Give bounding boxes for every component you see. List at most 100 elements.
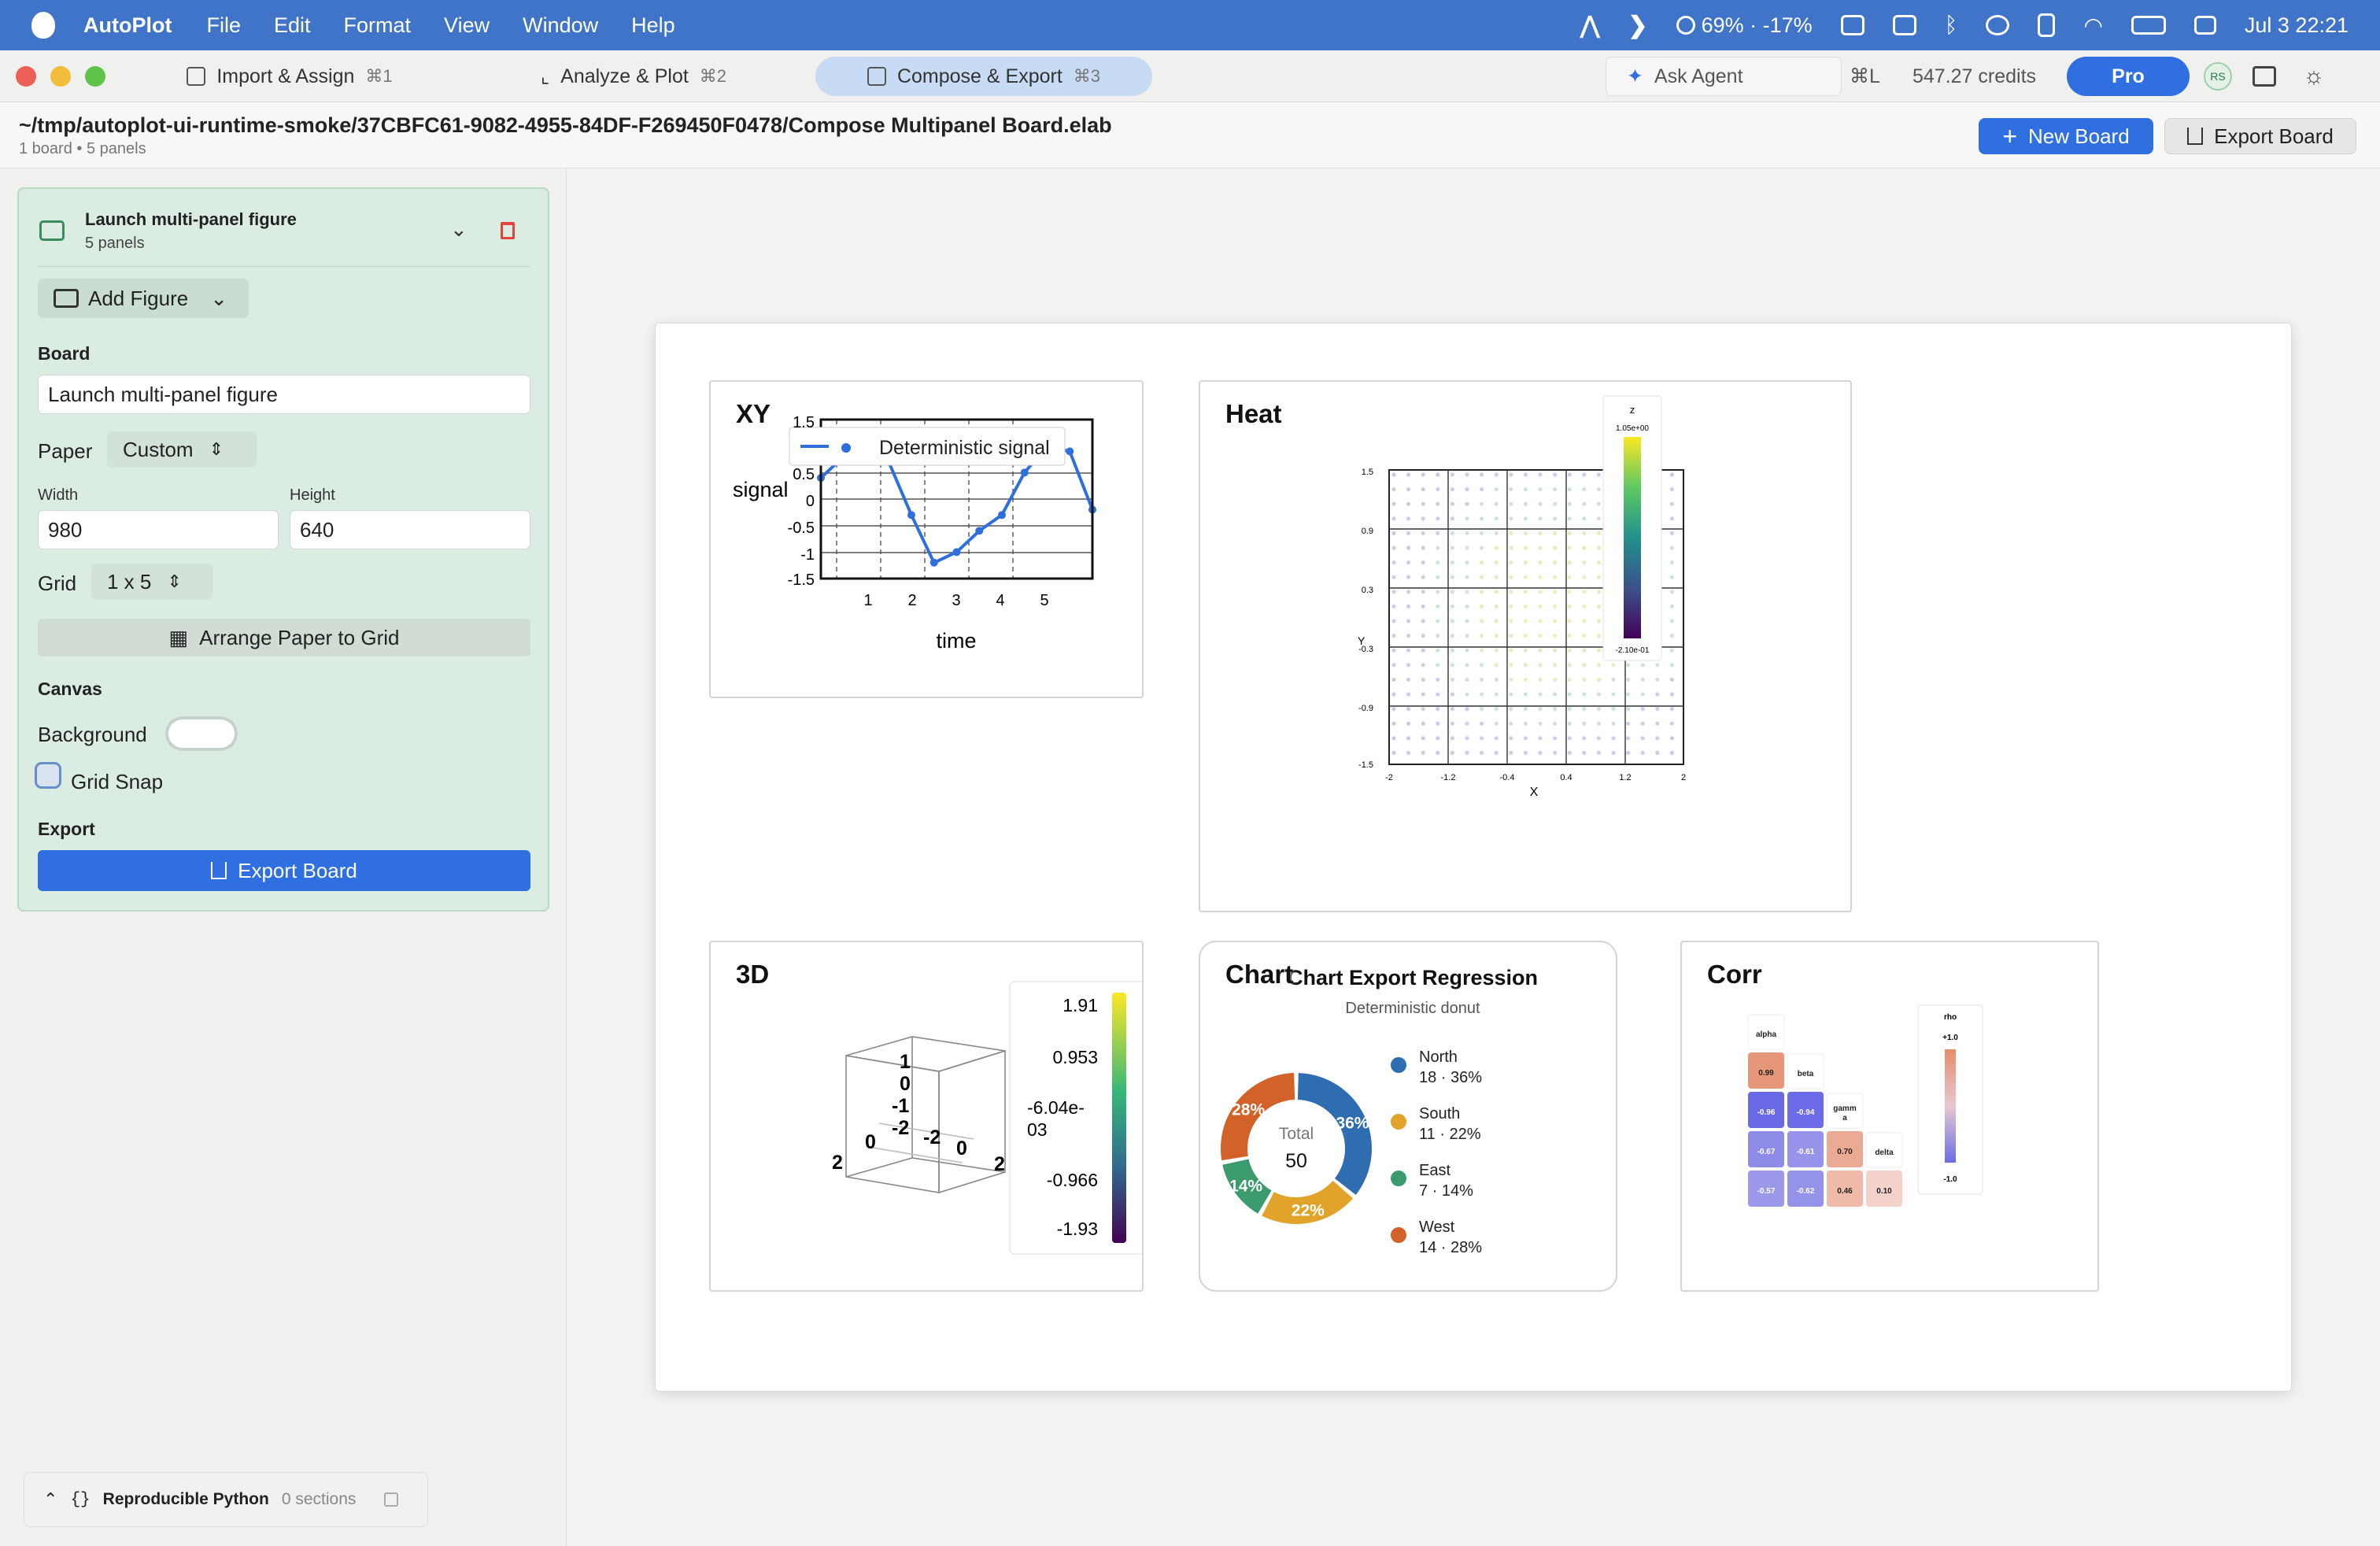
app-menu[interactable]: AutoPlot — [83, 13, 172, 38]
heatmap-sample — [1406, 546, 1411, 550]
copy-icon[interactable] — [384, 1492, 399, 1507]
control-center-icon[interactable] — [2193, 16, 2216, 35]
heatmap-sample — [1421, 604, 1425, 608]
menu-edit[interactable]: Edit — [274, 13, 311, 38]
book-icon[interactable] — [2252, 66, 2276, 87]
menu-view[interactable]: View — [444, 13, 490, 38]
board-name-input[interactable]: Launch multi-panel figure — [38, 375, 530, 414]
heatmap-sample — [1465, 707, 1469, 712]
heatmap-sample — [1421, 560, 1425, 565]
paper-select[interactable]: Custom ⇕ — [107, 431, 257, 468]
apple-icon[interactable] — [31, 12, 55, 39]
panel-corr[interactable]: Corr 0.99 alpha -0.96 -0.94 beta -0.67 -0.61 0.… — [1680, 941, 2099, 1292]
series-point — [975, 527, 984, 535]
legend-box: Deterministic signal — [789, 427, 1066, 466]
pro-button[interactable]: Pro — [2067, 57, 2190, 96]
heatmap-sample — [1553, 575, 1558, 579]
export-board-label: Export Board — [2214, 124, 2334, 148]
heatmap-sample — [1406, 692, 1411, 697]
menu-help[interactable]: Help — [631, 13, 675, 38]
heatmap-sample — [1509, 721, 1513, 726]
heatmap-sample — [1436, 619, 1440, 623]
heatmap-sample — [1436, 472, 1440, 477]
heatmap-sample — [1582, 604, 1587, 608]
heatmap-sample — [1480, 575, 1484, 579]
grid-snap-checkbox[interactable] — [35, 762, 61, 789]
arrange-paper-button[interactable]: ▦ Arrange Paper to Grid — [38, 619, 530, 656]
menu-format[interactable]: Format — [344, 13, 412, 38]
width-label: Width — [38, 486, 79, 504]
panel-chart[interactable]: Chart Export Regression Deterministic do… — [1199, 941, 1617, 1292]
width-input[interactable]: 980 — [38, 510, 279, 549]
heatmap-sample — [1494, 472, 1499, 477]
zoom-window-button[interactable] — [85, 66, 105, 87]
battery-percentage-icon[interactable]: 69% · -17% — [1676, 13, 1813, 38]
heatmap-sample — [1669, 707, 1674, 712]
tab-compose-export[interactable]: Compose & Export ⌘3 — [815, 57, 1152, 96]
series-point — [1020, 468, 1029, 477]
bluetooth-icon[interactable]: ᛒ — [1945, 13, 1958, 38]
heatmap-sample — [1391, 750, 1396, 755]
legend-swatch — [1391, 1057, 1406, 1073]
share-icon — [211, 862, 227, 879]
board-canvas[interactable]: XY Deterministic signal 1.5 0.5 0 -0.5 -… — [655, 323, 2292, 1392]
close-window-button[interactable] — [16, 66, 36, 87]
trash-icon[interactable] — [501, 222, 515, 239]
heatmap-sample — [1465, 516, 1469, 521]
memory-icon[interactable] — [1892, 15, 1916, 35]
tab-analyze-plot[interactable]: ⌞ Analyze & Plot ⌘2 — [472, 57, 795, 96]
heatmap-sample — [1494, 692, 1499, 697]
menu-file[interactable]: File — [206, 13, 241, 38]
python-sections: 0 sections — [281, 1490, 357, 1508]
tab-import-assign[interactable]: Import & Assign ⌘1 — [132, 57, 447, 96]
sun-icon[interactable]: ☼ — [2303, 57, 2330, 96]
heatmap-sample — [1391, 487, 1396, 492]
background-color-well[interactable] — [165, 716, 238, 751]
panel-3d[interactable]: 3D 1 0 -1 -2 -2 0 2 0 2 1.91 0.953 -6.04… — [709, 941, 1144, 1292]
heatmap-sample — [1421, 546, 1425, 550]
heatmap-sample — [1553, 487, 1558, 492]
heatmap-sample — [1436, 575, 1440, 579]
heatmap-sample — [1567, 750, 1572, 755]
keyboard-icon[interactable] — [1840, 15, 1864, 35]
ask-agent-button[interactable]: ✦ Ask Agent — [1606, 57, 1842, 96]
heatmap-sample — [1494, 604, 1499, 608]
axis-tick: -2 — [923, 1126, 941, 1148]
python-bar[interactable]: ⌃ {} Reproducible Python 0 sections — [24, 1472, 428, 1527]
heatmap-sample — [1450, 472, 1454, 477]
y-tick: -0.9 — [1358, 704, 1373, 713]
wifi-icon[interactable]: ◠ — [2083, 13, 2102, 39]
panel-heat[interactable]: Heat 1.5 0.9 0.3 -0.3 -0.9 -1.5 Y -2 -1.… — [1199, 380, 1852, 912]
heatmap-sample — [1553, 707, 1558, 712]
minimize-window-button[interactable] — [50, 66, 71, 87]
heatmap-sample — [1669, 501, 1674, 506]
heatmap-sample — [1669, 516, 1674, 521]
menu-window[interactable]: Window — [523, 13, 598, 38]
chevron-down-icon[interactable]: ⌄ — [450, 217, 468, 242]
play-icon[interactable] — [1986, 15, 2010, 35]
heatmap-sample — [1391, 472, 1396, 477]
new-board-button[interactable]: + New Board — [1979, 118, 2153, 154]
correlation-value: 0.46 — [1837, 1187, 1853, 1196]
heatmap-sample — [1465, 472, 1469, 477]
contacts-icon[interactable] — [2038, 13, 2056, 37]
heatmap-sample — [1465, 487, 1469, 492]
export-board-toolbar-button[interactable]: Export Board — [2164, 118, 2356, 154]
arrow-up-icon[interactable]: ⋀ — [1580, 12, 1600, 39]
panel-xy[interactable]: XY Deterministic signal 1.5 0.5 0 -0.5 -… — [709, 380, 1144, 698]
chevron-up-icon[interactable]: ⌃ — [43, 1489, 57, 1510]
axis-tick: -2 — [892, 1117, 909, 1139]
add-figure-button[interactable]: Add Figure ⌄ — [38, 279, 249, 318]
panel-title: Chart — [1225, 960, 1294, 989]
grid-select[interactable]: 1 x 5 ⇕ — [91, 564, 213, 600]
heatmap-sample — [1523, 721, 1528, 726]
battery-icon[interactable] — [2131, 16, 2166, 35]
document-icon — [187, 67, 206, 86]
avatar[interactable]: RS — [2204, 62, 2232, 91]
heatmap-sample — [1391, 707, 1396, 712]
export-board-button[interactable]: Export Board — [38, 850, 530, 891]
chevron-right-icon[interactable]: ❯ — [1628, 12, 1647, 39]
clock[interactable]: Jul 3 22:21 — [2245, 13, 2349, 38]
heatmap-sample — [1465, 604, 1469, 608]
height-input[interactable]: 640 — [290, 510, 530, 549]
